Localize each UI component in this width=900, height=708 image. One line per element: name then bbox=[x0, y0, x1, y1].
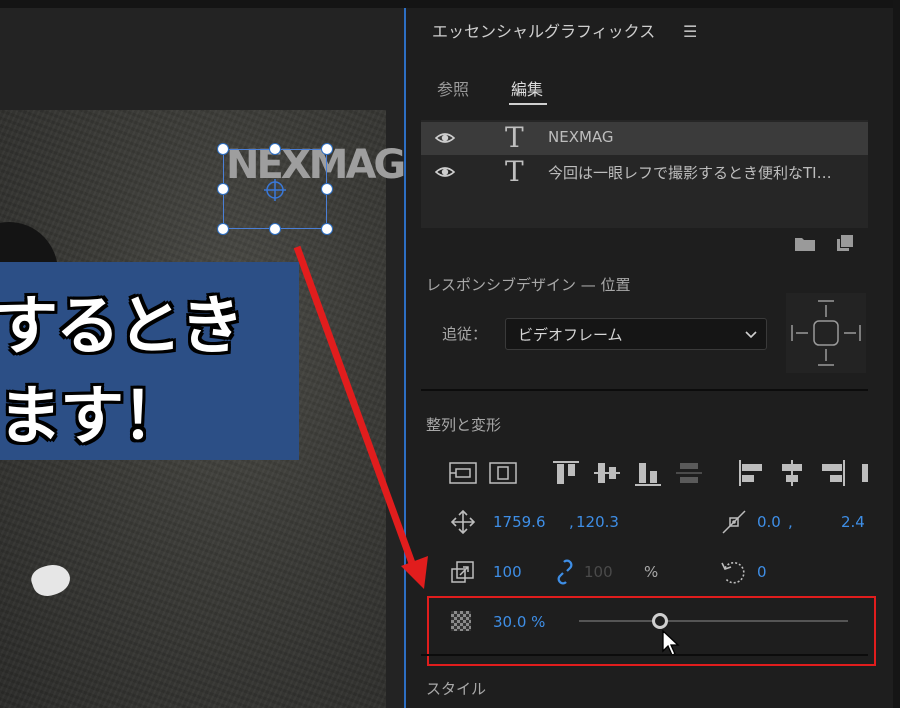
scale-unit: % bbox=[644, 563, 659, 581]
panel-scrollbar[interactable] bbox=[893, 0, 900, 708]
new-group-folder-icon[interactable] bbox=[794, 236, 816, 252]
anchor-point-icon[interactable] bbox=[263, 178, 287, 202]
tab-edit[interactable]: 編集 bbox=[511, 76, 543, 100]
anchor-separator: , bbox=[788, 513, 793, 531]
align-transform-title: 整列と変形 bbox=[426, 416, 502, 434]
follow-dropdown[interactable]: ビデオフレーム bbox=[505, 318, 767, 350]
resize-handle-top[interactable] bbox=[269, 143, 281, 155]
panel-title: エッセンシャルグラフィックス bbox=[432, 22, 656, 41]
align-bottom-icon[interactable] bbox=[633, 458, 663, 488]
panel-top-bar bbox=[406, 0, 900, 8]
layer-row[interactable]: T 今回は一眼レフで撮影するとき便利なTI… bbox=[421, 156, 868, 189]
pin-to-edges-widget[interactable] bbox=[786, 293, 866, 373]
text-layer-icon: T bbox=[505, 121, 524, 154]
caption-line-1: するとき bbox=[0, 290, 244, 364]
resize-handle-bottom-left[interactable] bbox=[217, 223, 229, 235]
resize-handle-bottom-right[interactable] bbox=[321, 223, 333, 235]
pin-edges-icon bbox=[791, 300, 861, 366]
layer-row[interactable]: T NEXMAG bbox=[421, 122, 868, 155]
tab-browse[interactable]: 参照 bbox=[437, 76, 469, 100]
link-chain-icon[interactable] bbox=[555, 559, 575, 585]
align-left-icon[interactable] bbox=[736, 458, 766, 488]
hamburger-menu-icon[interactable]: ☰ bbox=[683, 22, 697, 41]
align-top-icon[interactable] bbox=[551, 458, 581, 488]
follow-dropdown-value: ビデオフレーム bbox=[518, 326, 623, 344]
monitor-top-bar bbox=[0, 0, 406, 8]
align-horizontal-center-frame-icon[interactable] bbox=[488, 458, 518, 488]
rotation-value[interactable]: 0 bbox=[757, 563, 767, 581]
position-separator: , bbox=[569, 513, 574, 531]
scale-icon bbox=[451, 561, 474, 583]
active-tab-indicator bbox=[509, 103, 547, 105]
align-vertical-center-frame-icon[interactable] bbox=[448, 458, 478, 488]
anchor-point-setting-icon bbox=[722, 510, 746, 534]
responsive-design-title: レスポンシブデザイン — 位置 bbox=[426, 276, 631, 294]
follow-label: 追従： bbox=[442, 325, 488, 343]
align-right-icon[interactable] bbox=[818, 458, 848, 488]
resize-handle-left[interactable] bbox=[217, 183, 229, 195]
text-layer-icon: T bbox=[505, 155, 524, 188]
rotation-icon bbox=[721, 561, 745, 584]
caption-line-2: ます！ bbox=[0, 380, 186, 454]
chevron-down-icon bbox=[745, 331, 757, 339]
eye-icon[interactable] bbox=[435, 164, 455, 180]
anchor-x-value[interactable]: 0.0 bbox=[757, 513, 781, 531]
style-section-title: スタイル bbox=[426, 680, 487, 698]
align-middle-icon[interactable] bbox=[592, 458, 622, 488]
distribute-horizontal-icon[interactable] bbox=[858, 458, 868, 488]
position-y-value[interactable]: 120.3 bbox=[576, 513, 619, 531]
distribute-vertical-icon[interactable] bbox=[674, 458, 704, 488]
position-x-value[interactable]: 1759.6 bbox=[493, 513, 546, 531]
scale-width-value[interactable]: 100 bbox=[493, 563, 522, 581]
move-position-icon bbox=[450, 509, 476, 535]
resize-handle-bottom[interactable] bbox=[269, 223, 281, 235]
new-layer-icon[interactable] bbox=[836, 234, 854, 252]
section-divider bbox=[421, 654, 868, 656]
layer-name: NEXMAG bbox=[548, 128, 614, 146]
align-center-icon[interactable] bbox=[777, 458, 807, 488]
resize-handle-top-left[interactable] bbox=[217, 143, 229, 155]
section-divider bbox=[421, 389, 868, 391]
resize-handle-top-right[interactable] bbox=[321, 143, 333, 155]
resize-handle-right[interactable] bbox=[321, 183, 333, 195]
eye-icon[interactable] bbox=[435, 130, 455, 146]
layer-name: 今回は一眼レフで撮影するとき便利なTI… bbox=[548, 164, 832, 182]
scale-height-value[interactable]: 100 bbox=[584, 563, 613, 581]
anchor-y-value[interactable]: 2.4 bbox=[841, 513, 865, 531]
